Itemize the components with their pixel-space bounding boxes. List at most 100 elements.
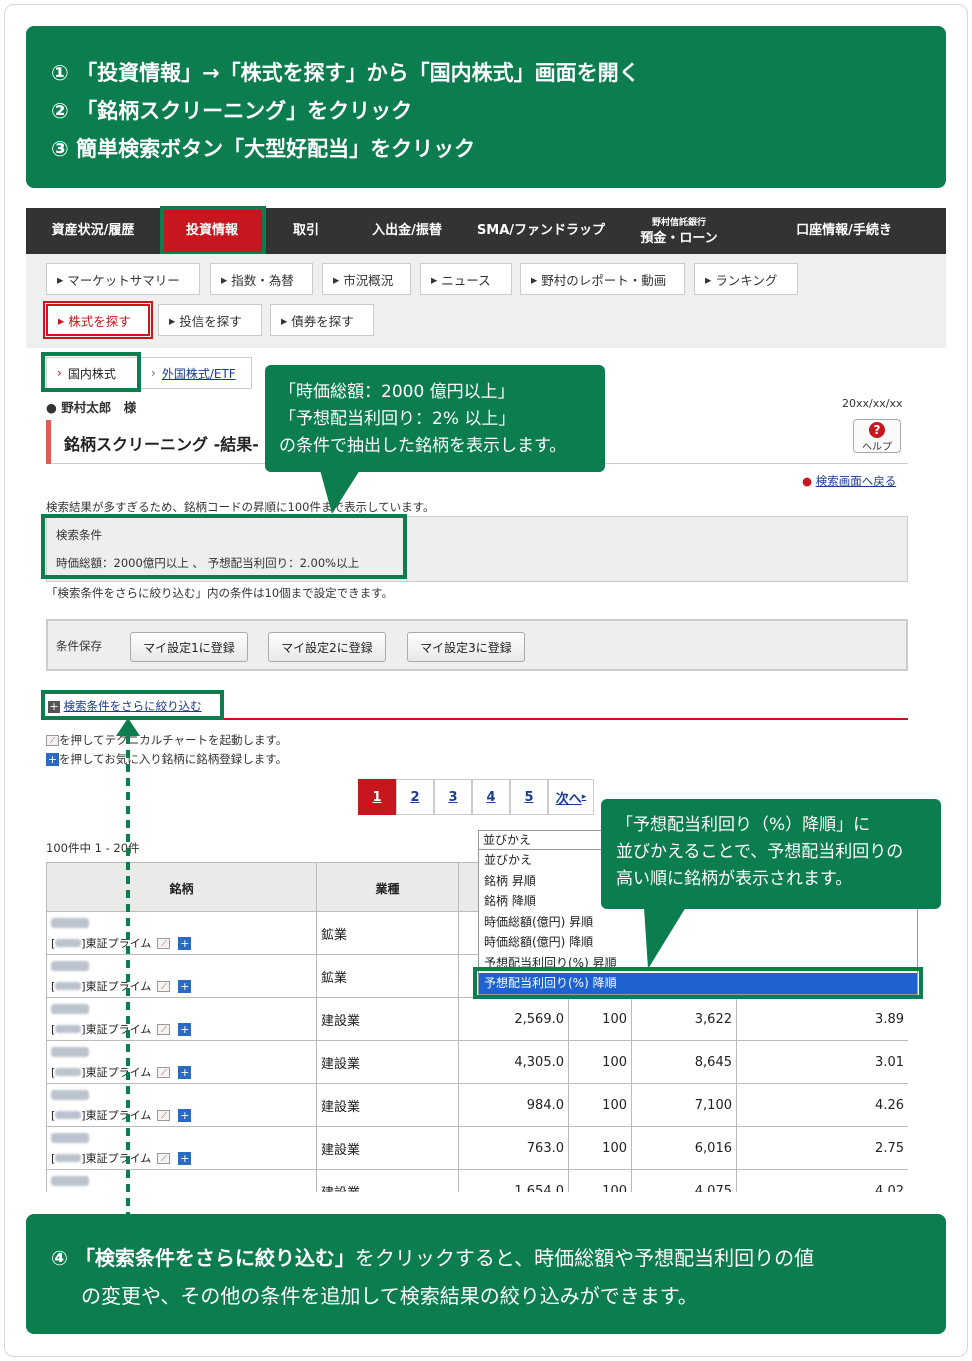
chart-icon: ⟋: [46, 735, 59, 746]
stock-code-blurred: [55, 1110, 82, 1119]
add-favorite-icon[interactable]: +: [178, 1023, 192, 1036]
stock-name-blurred: [51, 1046, 89, 1057]
sector-cell: 建設業: [317, 1041, 459, 1084]
chart-icon[interactable]: ⟋: [157, 1153, 171, 1164]
nav-deposit[interactable]: 入出金/振替: [348, 208, 466, 254]
chart-icon[interactable]: ⟋: [157, 1067, 171, 1078]
subnav-find-bonds[interactable]: ▸ 債券を探す: [270, 304, 374, 336]
save-setting-1-button[interactable]: マイ設定1に登録: [130, 632, 248, 662]
save-setting-2-button[interactable]: マイ設定2に登録: [268, 632, 386, 662]
sort-option[interactable]: 時価総額(億円) 昇順: [479, 912, 917, 933]
callout-conditions-pointer: [320, 470, 360, 514]
chevron-right-icon: ▸: [581, 792, 587, 802]
hint-fav-text: を押してお気に入り銘柄に銘柄登録します。: [59, 752, 288, 766]
price-cell: 2,569.0: [459, 998, 569, 1041]
chart-icon[interactable]: ⟋: [157, 981, 171, 992]
red-divider: [224, 718, 908, 720]
tab-foreign[interactable]: › 外国株式/ETF: [140, 357, 252, 389]
nav-assets[interactable]: 資産状況/履歴: [26, 208, 160, 254]
subnav-reports[interactable]: ▸ 野村のレポート・動画: [520, 263, 685, 295]
chevron-right-icon: ›: [151, 366, 156, 380]
add-favorite-icon[interactable]: +: [178, 1066, 192, 1079]
user-name: ● 野村太郎 様: [46, 397, 136, 416]
price-cell: 1,654.0: [459, 1170, 569, 1192]
subnav-news[interactable]: ▸ ニュース: [420, 263, 512, 295]
save-label: 条件保存: [56, 639, 102, 653]
page-1-button[interactable]: 1: [358, 779, 396, 815]
user-name-text: 野村太郎 様: [61, 400, 137, 415]
table-row: []東証プライム ⟋ + 建設業 763.0 100 6,016 2.75: [47, 1127, 908, 1170]
tab-foreign-label: 外国株式/ETF: [161, 366, 236, 381]
step-4-line1: ④ 「検索条件をさらに絞り込む」をクリックすると、時価総額や予想配当利回りの値: [51, 1239, 926, 1277]
results-notice: 検索結果が多すぎるため、銘柄コードの昇順に100件まで表示しています。: [46, 500, 435, 514]
stock-name-blurred: [51, 1132, 89, 1143]
subnav-market-summary[interactable]: ▸ マーケットサマリー: [46, 263, 200, 295]
yield-cell: 3.01: [737, 1041, 908, 1084]
callout-conditions-line3: の条件で抽出した銘柄を表示します。: [279, 436, 567, 456]
hint-chart: ⟋ を押してテクニカルチャートを起動します。: [46, 732, 287, 748]
instruction-box-bottom: ④ 「検索条件をさらに絞り込む」をクリックすると、時価総額や予想配当利回りの値 …: [26, 1214, 946, 1334]
subnav-market-overview[interactable]: ▸ 市況概況: [322, 263, 411, 295]
subnav-label: 市況概況: [343, 272, 394, 288]
help-button[interactable]: ? ヘルプ: [853, 419, 901, 453]
add-favorite-icon[interactable]: +: [178, 1109, 192, 1122]
subnav-label: 指数・為替: [231, 272, 294, 288]
stock-name-blurred: [51, 1175, 89, 1186]
sector-cell: 建設業: [317, 1127, 459, 1170]
subnav-find-funds[interactable]: ▸ 投信を探す: [158, 304, 262, 336]
stock-name-blurred: [51, 1089, 89, 1100]
market-cap-cell: 8,645: [632, 1041, 737, 1084]
highlight-sort-option: [473, 967, 923, 999]
stock-code-blurred: [55, 1153, 82, 1162]
back-link[interactable]: ● 検索画面へ戻る: [802, 473, 896, 489]
subnav-ranking[interactable]: ▸ ランキング: [694, 263, 798, 295]
callout-sort-line3: 高い順に銘柄が表示されます。: [616, 869, 853, 889]
sort-option[interactable]: 時価総額(億円) 降順: [479, 932, 917, 953]
price-cell: 984.0: [459, 1084, 569, 1127]
sector-cell: 鉱業: [317, 955, 459, 998]
stock-name-blurred: [51, 1003, 89, 1014]
add-favorite-icon[interactable]: +: [178, 1152, 192, 1165]
hint-chart-text: を押してテクニカルチャートを起動します。: [59, 733, 288, 747]
page-2-button[interactable]: 2: [396, 779, 434, 815]
table-row: []東証プライム ⟋ + 建設業 984.0 100 7,100 4.26: [47, 1084, 908, 1127]
nav-trust-bank[interactable]: 野村信託銀行 預金・ローン: [616, 208, 742, 254]
dashed-arrow: [116, 718, 140, 1214]
save-setting-3-button[interactable]: マイ設定3に登録: [407, 632, 525, 662]
step-4-line2: の変更や、その他の条件を追加して検索結果の絞り込みができます。: [81, 1284, 698, 1308]
nav-trade[interactable]: 取引: [264, 208, 348, 254]
page-5-button[interactable]: 5: [510, 779, 548, 815]
callout-conditions-line2: 「予想配当利回り：2% 以上」: [279, 409, 516, 429]
callout-conditions: 「時価総額：2000 億円以上」 「予想配当利回り：2% 以上」 の条件で抽出し…: [265, 365, 605, 472]
step-2-text: ② 「銘柄スクリーニング」をクリック: [51, 99, 413, 123]
yield-cell: 4.26: [737, 1084, 908, 1127]
nav-sma[interactable]: SMA/ファンドラップ: [466, 208, 616, 254]
highlight-nav: [160, 206, 266, 256]
unit-cell: 100: [569, 1084, 632, 1127]
subnav-index[interactable]: ▸ 指数・為替: [210, 263, 313, 295]
stock-cell: []東証プライム⟋+: [47, 955, 317, 998]
page-4-button[interactable]: 4: [472, 779, 510, 815]
chart-icon[interactable]: ⟋: [157, 1024, 171, 1035]
nav-trust-bank-label: 野村信託銀行: [651, 218, 706, 228]
add-favorite-icon[interactable]: +: [178, 980, 192, 993]
chart-icon[interactable]: ⟋: [157, 938, 171, 949]
chart-icon[interactable]: ⟋: [157, 1110, 171, 1121]
add-favorite-icon: +: [46, 753, 59, 766]
nav-account[interactable]: 口座情報/手続き: [742, 208, 946, 254]
page-3-button[interactable]: 3: [434, 779, 472, 815]
add-favorite-icon[interactable]: +: [178, 937, 192, 950]
header-stock: 銘柄: [47, 863, 317, 913]
callout-conditions-line1: 「時価総額：2000 億円以上」: [279, 382, 515, 402]
page-title: 銘柄スクリーニング -結果-: [64, 435, 259, 454]
table-row: []東証プライム ⟋ + 建設業 2,569.0 100 3,622 3.89: [47, 998, 908, 1041]
market-cap-cell: 6,016: [632, 1127, 737, 1170]
hint-fav: + を押してお気に入り銘柄に銘柄登録します。: [46, 751, 287, 767]
next-page-button[interactable]: 次へ ▸: [548, 779, 594, 815]
date: 20xx/xx/xx: [842, 397, 903, 410]
unit-cell: 100: [569, 1127, 632, 1170]
price-cell: 763.0: [459, 1127, 569, 1170]
step-4-rest: をクリックすると、時価総額や予想配当利回りの値: [354, 1246, 815, 1270]
highlight-find-stocks: [43, 301, 153, 339]
sector-cell: 建設業: [317, 998, 459, 1041]
